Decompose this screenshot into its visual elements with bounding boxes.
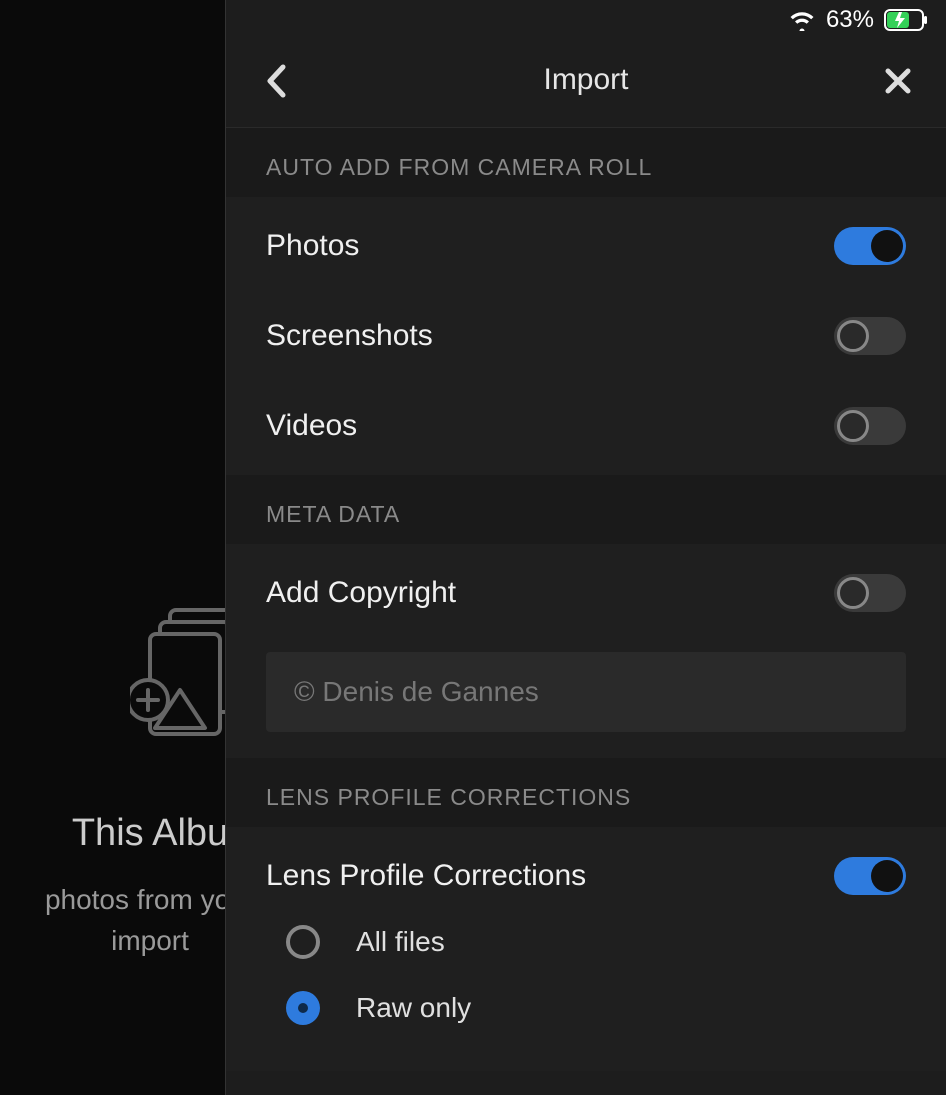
status-bar: 63% xyxy=(0,0,946,40)
wifi-icon xyxy=(788,9,816,31)
bg-empty-title: This Albu xyxy=(0,812,225,855)
radio-circle-all-files xyxy=(286,925,320,959)
back-button[interactable] xyxy=(256,61,296,101)
battery-percent: 63% xyxy=(826,6,874,34)
close-icon xyxy=(884,67,912,95)
row-videos: Videos xyxy=(226,385,946,475)
import-settings-panel: Import AUTO ADD FROM CAMERA ROLL Photos … xyxy=(225,0,946,1095)
label-photos: Photos xyxy=(266,229,359,263)
row-screenshots: Screenshots xyxy=(226,295,946,385)
section-autoadd: Photos Screenshots Videos xyxy=(226,197,946,475)
panel-title: Import xyxy=(543,63,628,97)
chevron-left-icon xyxy=(265,64,287,98)
section-metadata: Add Copyright xyxy=(226,544,946,758)
add-photos-icon xyxy=(130,600,225,775)
battery-charging-icon xyxy=(884,9,928,31)
background-pane: 0 This Albu photos from your import xyxy=(0,0,225,1095)
label-videos: Videos xyxy=(266,409,357,443)
row-add-copyright: Add Copyright xyxy=(226,544,946,642)
toggle-photos[interactable] xyxy=(834,227,906,265)
radio-label-all-files: All files xyxy=(356,926,445,958)
toggle-lens-corrections[interactable] xyxy=(834,857,906,895)
close-button[interactable] xyxy=(878,61,918,101)
label-screenshots: Screenshots xyxy=(266,319,433,353)
label-lens-corrections: Lens Profile Corrections xyxy=(266,859,586,893)
section-lens: Lens Profile Corrections All files Raw o… xyxy=(226,827,946,1071)
row-photos: Photos xyxy=(226,197,946,295)
row-lens-toggle: Lens Profile Corrections xyxy=(226,827,946,909)
bg-empty-subtitle: photos from your import xyxy=(0,880,225,961)
copyright-input[interactable] xyxy=(266,652,906,732)
radio-label-raw-only: Raw only xyxy=(356,992,471,1024)
toggle-add-copyright[interactable] xyxy=(834,574,906,612)
section-header-lens: LENS PROFILE CORRECTIONS xyxy=(226,758,946,827)
radio-all-files[interactable]: All files xyxy=(286,909,906,975)
lens-radio-group: All files Raw only xyxy=(226,909,946,1071)
section-header-metadata: META DATA xyxy=(226,475,946,544)
label-add-copyright: Add Copyright xyxy=(266,576,456,610)
toggle-screenshots[interactable] xyxy=(834,317,906,355)
section-header-autoadd: AUTO ADD FROM CAMERA ROLL xyxy=(226,128,946,197)
radio-raw-only[interactable]: Raw only xyxy=(286,975,906,1041)
radio-circle-raw-only xyxy=(286,991,320,1025)
toggle-videos[interactable] xyxy=(834,407,906,445)
